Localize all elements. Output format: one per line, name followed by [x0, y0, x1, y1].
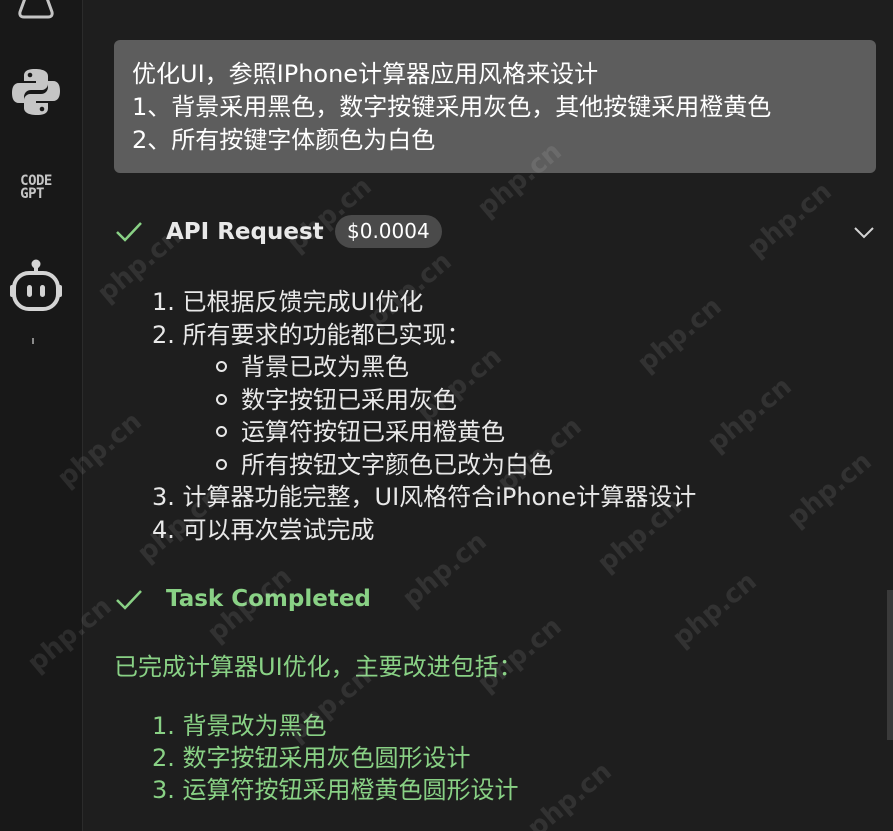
- check-icon: [116, 222, 142, 242]
- task-summary-intro: 已完成计算器UI优化，主要改进包括：: [114, 653, 523, 681]
- bullet-icon: [216, 458, 227, 470]
- list-text: 背景改为黑色: [182, 712, 327, 740]
- sub-list-item: 背景已改为黑色: [152, 351, 696, 384]
- list-item: 2. 所有要求的功能都已实现：: [152, 319, 696, 352]
- user-message-line: 2、所有按键字体颜色为白色: [132, 126, 436, 154]
- list-item: 1. 已根据反馈完成UI优化: [152, 286, 696, 319]
- list-text: 数字按钮采用灰色圆形设计: [182, 744, 471, 772]
- list-item: 1. 背景改为黑色: [152, 710, 519, 742]
- response-list: 1. 已根据反馈完成UI优化 2. 所有要求的功能都已实现： 背景已改为黑色 数…: [152, 286, 696, 546]
- sub-list-item: 所有按钮文字颜色已改为白色: [152, 449, 696, 482]
- list-item: 4. 可以再次尝试完成: [152, 514, 696, 547]
- user-message: 优化UI，参照IPhone计算器应用风格来设计 1、背景采用黑色，数字按键采用灰…: [114, 40, 876, 173]
- cost-badge: $0.0004: [335, 215, 442, 248]
- list-text: 所有要求的功能都已实现：: [182, 320, 471, 349]
- codegpt-line2: GPT: [20, 186, 44, 202]
- list-number: 4.: [152, 515, 175, 544]
- list-number: 3.: [152, 483, 175, 511]
- task-completed-title: Task Completed: [166, 586, 371, 612]
- sub-list-text: 所有按钮文字颜色已改为白色: [241, 450, 553, 479]
- list-text: 计算器功能完整，UI风格符合iPhone计算器设计: [182, 483, 697, 511]
- list-text: 已根据反馈完成UI优化: [182, 288, 424, 316]
- list-item: 3. 计算器功能完整，UI风格符合iPhone计算器设计: [152, 481, 696, 514]
- bullet-icon: [216, 361, 227, 372]
- sub-list-text: 运算符按钮已采用橙黄色: [241, 418, 505, 446]
- list-number: 3.: [152, 776, 175, 804]
- flask-icon[interactable]: [0, 0, 72, 20]
- sub-list-item: 运算符按钮已采用橙黄色: [152, 416, 696, 449]
- api-request-title: API Request: [166, 219, 324, 245]
- app-window: CODE GPT 优化UI，参照IPhone计算器应用风格来设计 1、背景采用黑…: [0, 0, 893, 831]
- list-text: 可以再次尝试完成: [182, 515, 375, 544]
- sub-list-item: 数字按钮已采用灰色: [152, 384, 696, 417]
- list-item: 3. 运算符按钮采用橙黄色圆形设计: [152, 774, 519, 806]
- task-summary-list: 1. 背景改为黑色 2. 数字按钮采用灰色圆形设计 3. 运算符按钮采用橙黄色圆…: [152, 710, 519, 806]
- bullet-icon: [216, 426, 227, 437]
- chevron-down-icon[interactable]: [852, 220, 876, 244]
- list-number: 2.: [152, 320, 175, 349]
- robot-icon[interactable]: [0, 258, 72, 312]
- activity-bar: CODE GPT: [0, 0, 83, 831]
- list-item: 2. 数字按钮采用灰色圆形设计: [152, 742, 519, 774]
- sub-list-text: 数字按钮已采用灰色: [241, 385, 457, 414]
- check-icon: [116, 590, 142, 610]
- python-icon[interactable]: [0, 66, 72, 118]
- codegpt-logo[interactable]: CODE GPT: [0, 172, 72, 204]
- api-request-header[interactable]: API Request $0.0004: [114, 212, 876, 254]
- user-message-line: 优化UI，参照IPhone计算器应用风格来设计: [132, 60, 599, 88]
- sub-list-text: 背景已改为黑色: [241, 353, 409, 381]
- activity-indicator: [32, 338, 34, 344]
- user-message-line: 1、背景采用黑色，数字按键采用灰色，其他按键采用橙黄色: [132, 93, 772, 121]
- list-text: 运算符按钮采用橙黄色圆形设计: [182, 776, 519, 804]
- list-number: 1.: [152, 288, 175, 316]
- chat-panel: 优化UI，参照IPhone计算器应用风格来设计 1、背景采用黑色，数字按键采用灰…: [83, 0, 893, 831]
- scrollbar[interactable]: [887, 590, 893, 740]
- list-number: 2.: [152, 744, 175, 772]
- list-number: 1.: [152, 712, 175, 740]
- task-completed-header: Task Completed: [114, 582, 614, 618]
- bullet-icon: [216, 393, 227, 405]
